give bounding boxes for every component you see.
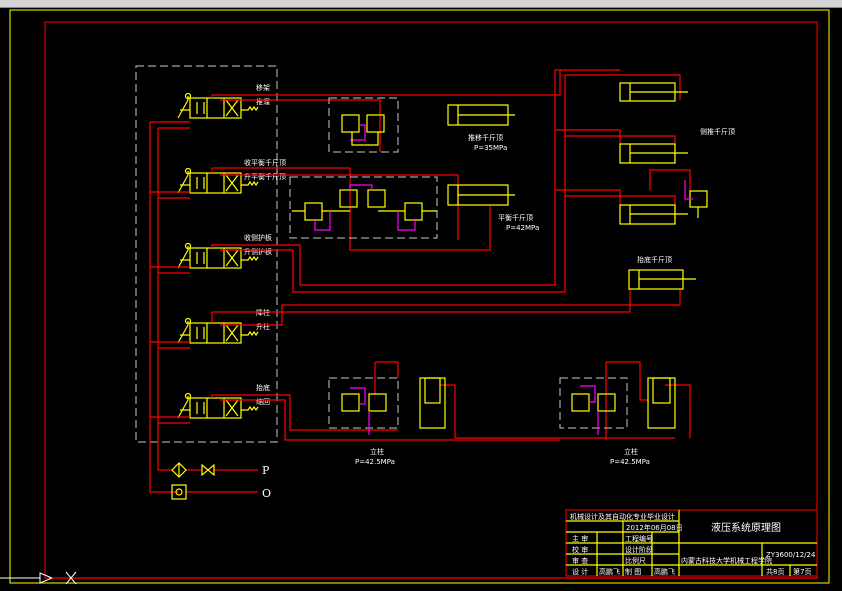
lever-icon	[177, 396, 190, 419]
drawing-title: 液压系统原理图	[711, 521, 781, 534]
valve-top-label: 移架	[256, 83, 270, 92]
title-value: 高鹏飞	[654, 567, 675, 576]
base-cylinder-label: 抬底千斤顶	[637, 255, 672, 264]
main-pipes	[149, 69, 691, 493]
title-field: 工程编号	[625, 534, 653, 543]
prop2-label: 立柱	[624, 447, 638, 456]
valve-bottom-label: 升柱	[256, 322, 270, 331]
push-cylinder-pressure: P=35MPa	[474, 144, 507, 152]
total-pages: 共8页	[766, 567, 784, 576]
title-field: 设计阶段	[625, 545, 653, 554]
push-cylinder-label: 推移千斤顶	[468, 133, 503, 142]
valve-bottom-label: 推溜	[256, 97, 270, 106]
ucs-arrow-icon	[0, 572, 54, 584]
title-field: 比例尺	[625, 556, 646, 565]
port-o-label: O	[262, 487, 271, 500]
valve-top-label: 收平衡千斤顶	[244, 158, 286, 167]
title-role: 审 查	[572, 556, 588, 565]
valve-bottom-label: 缩回	[256, 397, 270, 406]
inner-frame	[44, 21, 818, 579]
lever-icon	[177, 321, 190, 344]
hydraulic-locks	[289, 97, 628, 435]
title-name: 高鹏飞	[599, 567, 620, 576]
cad-drawing-canvas[interactable]: 移架推溜收平衡千斤顶升平衡千斤顶收侧护板升侧护板降柱升柱抬底缩回 P O 推移千…	[0, 0, 842, 591]
supply-components	[171, 462, 215, 500]
stop-valve-icon	[201, 463, 215, 477]
title-role: 校 审	[572, 545, 588, 554]
prop2-pressure: P=42.5MPa	[610, 458, 650, 466]
institution: 内蒙古科技大学机械工程学院	[681, 556, 772, 565]
title-role: 设 计	[572, 567, 588, 576]
balance-cylinder-pressure: P=42MPa	[506, 224, 539, 232]
side-cylinder-label: 侧推千斤顶	[700, 127, 735, 136]
drawing-date: 2012年06月08日	[626, 523, 683, 532]
lever-icon	[177, 246, 190, 269]
lever-icon	[177, 171, 190, 194]
valve-bottom-label: 升侧护板	[244, 247, 272, 256]
port-p-label: P	[262, 464, 270, 477]
prop1-label: 立柱	[370, 447, 384, 456]
prop1-pressure: P=42.5MPa	[355, 458, 395, 466]
valve-top-label: 抬底	[256, 383, 270, 392]
project-title: 机械设计及其自动化专业毕业设计	[570, 512, 675, 521]
outer-frame	[9, 9, 830, 584]
lever-icon	[177, 96, 190, 119]
valve-bottom-label: 升平衡千斤顶	[244, 172, 286, 181]
filter-icon	[171, 462, 187, 478]
title-field: 制 图	[625, 567, 641, 576]
balance-cylinder-label: 平衡千斤顶	[498, 213, 533, 222]
valve-top-label: 收侧护板	[244, 233, 272, 242]
drawing-number: ZY3600/12/24	[766, 551, 816, 559]
title-role: 主 审	[572, 534, 588, 543]
page-number: 第7页	[793, 567, 811, 576]
